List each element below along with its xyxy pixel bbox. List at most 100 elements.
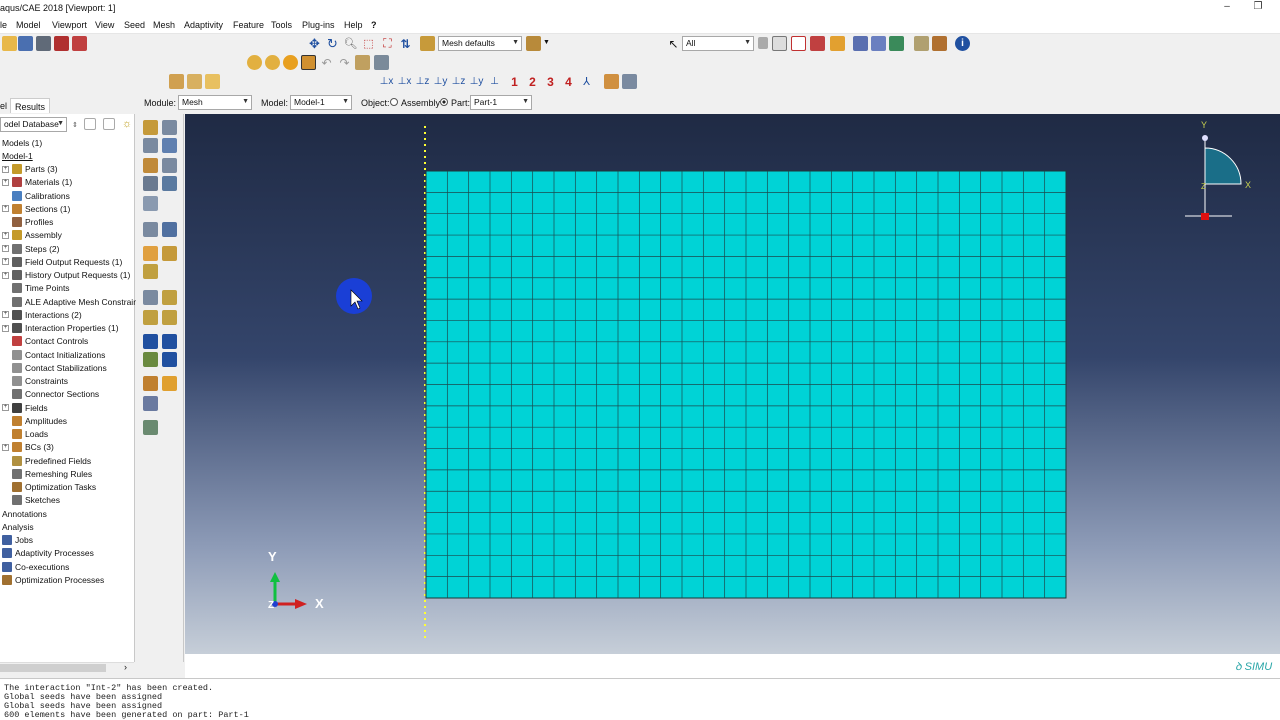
select-circle-icon[interactable] bbox=[810, 36, 825, 51]
tree-item[interactable]: Connector Sections bbox=[2, 388, 99, 401]
mesh-tool-icon[interactable] bbox=[143, 396, 158, 411]
render-hidden-icon[interactable] bbox=[871, 36, 886, 51]
menu-seed[interactable]: Seed bbox=[124, 20, 145, 30]
mesh-tool-icon[interactable] bbox=[162, 334, 177, 349]
mesh-tool-icon[interactable] bbox=[162, 158, 177, 173]
tree-item[interactable]: Time Points bbox=[2, 282, 70, 295]
select-cursor-icon[interactable]: ↖ bbox=[666, 36, 681, 51]
expand-icon[interactable]: + bbox=[2, 165, 9, 173]
export-icon[interactable] bbox=[54, 36, 69, 51]
tree-item[interactable]: Constraints bbox=[2, 375, 68, 388]
tree-item[interactable]: Contact Controls bbox=[2, 335, 88, 348]
view-box-icon[interactable] bbox=[205, 74, 220, 89]
menu-model[interactable]: Model bbox=[16, 20, 41, 30]
expand-icon[interactable]: + bbox=[2, 324, 9, 332]
tree-item[interactable]: + Steps (2) bbox=[2, 242, 60, 255]
open-icon[interactable] bbox=[2, 36, 17, 51]
mesh-tool-icon[interactable] bbox=[143, 138, 158, 153]
mesh-tool-icon[interactable] bbox=[162, 222, 177, 237]
redo-icon[interactable]: ↷ bbox=[337, 55, 352, 70]
select-rect-icon[interactable] bbox=[791, 36, 806, 51]
expand-icon[interactable]: + bbox=[2, 245, 9, 252]
scroll-right-icon[interactable]: › bbox=[124, 662, 127, 672]
view-z-plus-icon[interactable]: ⊥z bbox=[415, 74, 430, 89]
undo-icon[interactable]: ↶ bbox=[319, 55, 334, 70]
tree-item[interactable]: Amplitudes bbox=[2, 414, 67, 427]
import-icon[interactable] bbox=[72, 36, 87, 51]
pan-icon[interactable]: ✥ bbox=[307, 36, 322, 51]
tree-item[interactable]: + Interaction Properties (1) bbox=[2, 322, 119, 335]
display-group-icon[interactable] bbox=[932, 36, 947, 51]
tree-item[interactable]: Annotations bbox=[2, 507, 47, 520]
tree-item[interactable]: Co-executions bbox=[2, 560, 69, 573]
mesh-tool-icon[interactable] bbox=[143, 176, 158, 191]
tree-item[interactable]: Contact Initializations bbox=[2, 348, 105, 361]
menu-file[interactable]: le bbox=[0, 20, 7, 30]
model-combo[interactable]: Model-1 ▼ bbox=[290, 95, 352, 110]
tree-item[interactable]: Loads bbox=[2, 428, 48, 441]
select-from-viewport-icon[interactable] bbox=[758, 37, 768, 49]
view-x-plus-icon[interactable]: ⊥x bbox=[379, 74, 394, 89]
mesh-tool-icon[interactable] bbox=[162, 376, 177, 391]
tree-item[interactable]: Analysis bbox=[2, 520, 34, 533]
expand-icon[interactable]: + bbox=[2, 404, 9, 411]
tab-results[interactable]: Results bbox=[10, 98, 51, 113]
view-iso-axis-icon[interactable]: ⊥ bbox=[487, 74, 502, 89]
views-icon[interactable] bbox=[355, 55, 370, 70]
tree-item[interactable]: + Parts (3) bbox=[2, 163, 58, 176]
tree-item[interactable]: + Fields bbox=[2, 401, 48, 414]
mesh-tool-icon[interactable] bbox=[162, 120, 177, 135]
view-3-button[interactable]: 3 bbox=[543, 74, 558, 89]
box-zoom-icon[interactable]: ⬚ bbox=[361, 36, 376, 51]
view-1-button[interactable]: 1 bbox=[507, 74, 522, 89]
tree-scrollbar[interactable]: › bbox=[0, 662, 134, 672]
viewport[interactable]: Y X Z Y X Z bbox=[185, 114, 1280, 654]
mesh-tool-icon[interactable] bbox=[162, 310, 177, 325]
layout-icon[interactable] bbox=[604, 74, 619, 89]
tree-item[interactable]: Optimization Tasks bbox=[2, 481, 96, 494]
lights-icon[interactable] bbox=[265, 55, 280, 70]
tree-item[interactable]: + Field Output Requests (1) bbox=[2, 255, 122, 268]
mesh-tool-icon[interactable] bbox=[143, 120, 158, 135]
module-combo[interactable]: Mesh ▼ bbox=[178, 95, 252, 110]
model-database-combo[interactable]: odel Database ▼ bbox=[0, 117, 67, 132]
select-polygon-icon[interactable] bbox=[830, 36, 845, 51]
tree-item[interactable]: Sketches bbox=[2, 494, 60, 507]
expand-icon[interactable]: + bbox=[2, 178, 9, 186]
light-icon[interactable] bbox=[247, 55, 262, 70]
tree-item[interactable]: + Materials (1) bbox=[2, 176, 72, 189]
triad-icon[interactable]: ⅄ bbox=[579, 74, 594, 89]
chevron-down-icon[interactable]: ▼ bbox=[543, 39, 550, 46]
menu-help[interactable]: Help bbox=[344, 20, 363, 30]
expand-icon[interactable]: + bbox=[2, 258, 9, 266]
tree-item[interactable]: Models (1) bbox=[2, 136, 42, 149]
menu-view[interactable]: View bbox=[95, 20, 114, 30]
mesh-tool-icon[interactable] bbox=[162, 176, 177, 191]
render-wireframe-icon[interactable] bbox=[853, 36, 868, 51]
table-icon[interactable] bbox=[374, 55, 389, 70]
view-z-minus-icon[interactable]: ⊥z bbox=[451, 74, 466, 89]
save-icon[interactable] bbox=[18, 36, 33, 51]
info-icon[interactable]: i bbox=[955, 36, 970, 51]
tree-item[interactable]: Calibrations bbox=[2, 189, 70, 202]
view-y-minus-icon[interactable]: ⊥y bbox=[469, 74, 484, 89]
mesh-tool-icon[interactable] bbox=[162, 246, 177, 261]
tree-item[interactable]: Profiles bbox=[2, 216, 53, 229]
view-2-button[interactable]: 2 bbox=[525, 74, 540, 89]
menu-adaptivity[interactable]: Adaptivity bbox=[184, 20, 223, 30]
expand-icon[interactable]: + bbox=[2, 443, 9, 451]
tree-item[interactable]: + History Output Requests (1) bbox=[2, 269, 130, 282]
tree-item[interactable]: Optimization Processes bbox=[2, 573, 104, 586]
tree-scrollbar-thumb[interactable] bbox=[0, 664, 106, 672]
menu-viewport[interactable]: Viewport bbox=[52, 20, 87, 30]
sphere-icon[interactable] bbox=[283, 55, 298, 70]
part-radio[interactable] bbox=[440, 98, 448, 106]
tree-item[interactable]: + Sections (1) bbox=[2, 202, 70, 215]
mesh-tool-icon[interactable] bbox=[162, 138, 177, 153]
mesh-tool-icon[interactable] bbox=[143, 352, 158, 367]
tree-item[interactable]: Jobs bbox=[2, 534, 33, 547]
tree-item[interactable]: + BCs (3) bbox=[2, 441, 54, 454]
mesh-tool-icon[interactable] bbox=[162, 290, 177, 305]
mesh-tool-icon[interactable] bbox=[143, 246, 158, 261]
menu-mesh[interactable]: Mesh bbox=[153, 20, 175, 30]
